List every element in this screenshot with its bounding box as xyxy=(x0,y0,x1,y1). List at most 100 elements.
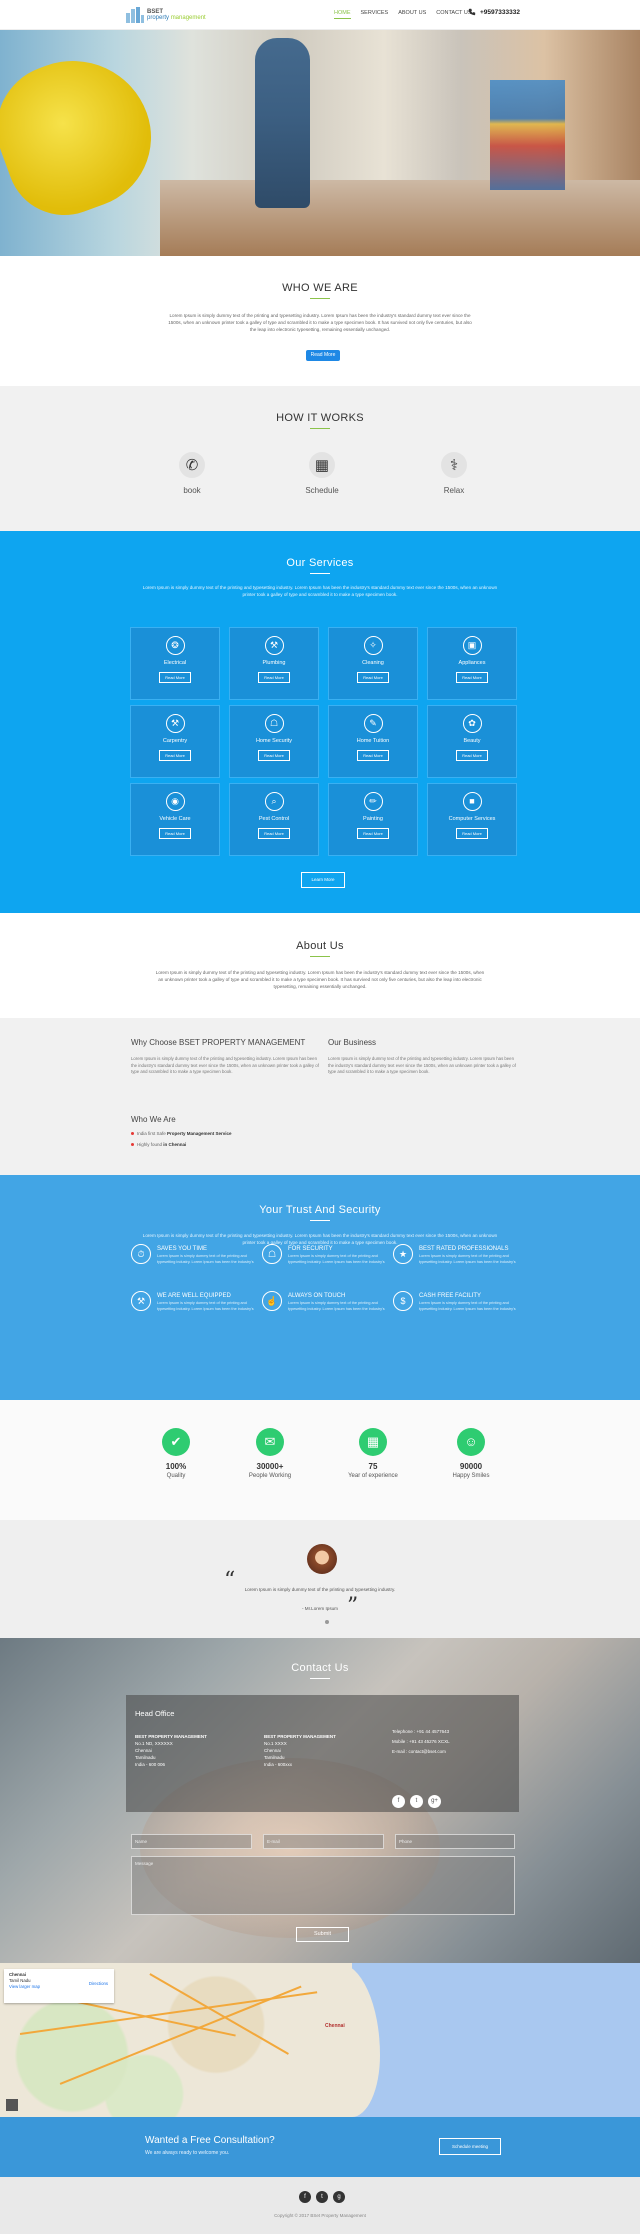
telephone: Telephone : +91 44 4577643 xyxy=(392,1729,450,1734)
nav-services[interactable]: SERVICES xyxy=(361,10,389,19)
submit-button[interactable]: Submit xyxy=(296,1927,349,1942)
quote-close-icon: ” xyxy=(347,1594,359,1619)
services-section: Our Services Lorem Ipsum is simply dummy… xyxy=(0,531,640,913)
nav-home[interactable]: HOME xyxy=(334,10,351,19)
service-read-more-button[interactable]: Read More xyxy=(258,672,290,683)
trust-feature-text: Lorem Ipsum is simply dummy text of the … xyxy=(419,1301,516,1311)
trust-feature: ⏱ SAVES YOU TIME Lorem Ipsum is simply dum… xyxy=(131,1244,261,1278)
trust-feature: ★ BEST RATED PROFESSIONALS Lorem Ipsum is … xyxy=(393,1244,523,1278)
service-label: Computer Services xyxy=(448,816,496,822)
service-read-more-button[interactable]: Read More xyxy=(357,828,389,839)
stat-label: Year of experience xyxy=(348,1473,398,1479)
address-line: India - 600xxx xyxy=(264,1762,293,1767)
phone-field[interactable]: Phone xyxy=(395,1834,515,1849)
bullet-prefix: India first Safe xyxy=(137,1131,168,1136)
bullet-icon xyxy=(131,1143,134,1146)
service-read-more-button[interactable]: Read More xyxy=(456,828,488,839)
service-card[interactable]: ☖ Home Security Read More xyxy=(229,705,319,778)
testimonial-section: “ Lorem Ipsum is simply dummy text of th… xyxy=(0,1520,640,1638)
service-read-more-button[interactable]: Read More xyxy=(258,828,290,839)
message-field[interactable]: Message xyxy=(131,1856,515,1915)
service-read-more-button[interactable]: Read More xyxy=(456,672,488,683)
contact-title: Contact Us xyxy=(291,1662,349,1674)
touch-icon: ☝ xyxy=(262,1291,282,1311)
service-label: Plumbing xyxy=(262,660,286,666)
facebook-icon[interactable]: f xyxy=(299,2191,311,2203)
address-line: Tamilnadu xyxy=(264,1755,285,1760)
address-line: No.1 XXXX xyxy=(264,1741,287,1746)
map-directions-link[interactable]: Directions xyxy=(89,1981,108,1987)
nav-contact[interactable]: CONTACT US xyxy=(436,10,471,19)
tools-icon: ⚒ xyxy=(131,1291,151,1311)
service-card[interactable]: ■ Computer Services Read More xyxy=(427,783,517,856)
service-card[interactable]: ✧ Cleaning Read More xyxy=(328,627,418,700)
why-choose-text: Lorem Ipsum is simply dummy text of the … xyxy=(131,1056,319,1074)
stat-value: 100% xyxy=(165,1462,187,1471)
phone-icon: ✆ xyxy=(179,452,205,478)
service-card[interactable]: ❂ Electrical Read More xyxy=(130,627,220,700)
trust-title: Your Trust And Security xyxy=(259,1204,381,1216)
service-read-more-button[interactable]: Read More xyxy=(258,750,290,761)
how-step-label: Schedule xyxy=(305,486,339,495)
logo-text: BSET property management xyxy=(147,9,206,21)
hero-glove-image xyxy=(0,38,172,232)
logo[interactable]: BSET property management xyxy=(126,5,206,25)
nav-about[interactable]: ABOUT US xyxy=(398,10,426,19)
service-card[interactable]: ⌕ Pest Control Read More xyxy=(229,783,319,856)
facebook-icon[interactable]: f xyxy=(392,1795,405,1808)
testimonial-dot[interactable] xyxy=(325,1620,329,1624)
services-learn-more-button[interactable]: Learn More xyxy=(301,872,345,888)
title-underline xyxy=(310,428,330,429)
service-read-more-button[interactable]: Read More xyxy=(159,750,191,761)
address-line: Chennai xyxy=(264,1748,281,1753)
who-read-more-button[interactable]: Read More xyxy=(306,350,340,361)
office-contact: Telephone : +91 44 4577643 Mobile : +91 … xyxy=(392,1727,450,1757)
service-card[interactable]: ✎ Home Tuition Read More xyxy=(328,705,418,778)
header-phone[interactable]: +9597333332 xyxy=(468,8,520,16)
trust-feature-title: FOR SECURITY xyxy=(288,1246,333,1252)
lock-icon: ☖ xyxy=(264,714,284,733)
stat-label: Quality xyxy=(166,1473,186,1479)
service-read-more-button[interactable]: Read More xyxy=(159,828,191,839)
title-underline xyxy=(310,573,330,574)
service-read-more-button[interactable]: Read More xyxy=(357,750,389,761)
book-icon: ✎ xyxy=(363,714,383,733)
list-item: Highly found in Chennai xyxy=(131,1142,186,1147)
hero-slider[interactable] xyxy=(0,30,640,256)
logo-line2b: management xyxy=(170,15,206,21)
service-card[interactable]: ◉ Vehicle Care Read More xyxy=(130,783,220,856)
map-card-title: Chennai xyxy=(9,1972,26,1977)
twitter-icon[interactable]: t xyxy=(316,2191,328,2203)
title-underline xyxy=(310,1220,330,1221)
map-sea xyxy=(352,1963,640,2117)
trust-feature-title: WE ARE WELL EQUIPPED xyxy=(157,1293,231,1299)
chat-icon: ✉ xyxy=(256,1428,284,1456)
service-read-more-button[interactable]: Read More xyxy=(159,672,191,683)
service-card[interactable]: ✏ Painting Read More xyxy=(328,783,418,856)
map-larger-link[interactable]: View larger map xyxy=(9,1984,40,1989)
bullet-bold: in Chennai xyxy=(163,1142,187,1147)
stat-item: ✔ 100% Quality xyxy=(131,1428,221,1479)
twitter-icon[interactable]: t xyxy=(410,1795,423,1808)
service-read-more-button[interactable]: Read More xyxy=(357,672,389,683)
service-card[interactable]: ▣ Appliances Read More xyxy=(427,627,517,700)
email-field[interactable]: E-mail xyxy=(263,1834,384,1849)
service-read-more-button[interactable]: Read More xyxy=(456,750,488,761)
name-field[interactable]: Name xyxy=(131,1834,252,1849)
google-plus-icon[interactable]: g+ xyxy=(428,1795,441,1808)
hero-floor xyxy=(160,180,640,256)
phone-icon xyxy=(468,8,476,16)
service-label: Vehicle Care xyxy=(159,816,191,822)
schedule-meeting-button[interactable]: Schedule meeting xyxy=(439,2138,501,2155)
map[interactable]: Chennai Chennai Tamil Nadu Directions Vi… xyxy=(0,1963,640,2117)
pipe-icon: ⚒ xyxy=(264,636,284,655)
service-card[interactable]: ⚒ Plumbing Read More xyxy=(229,627,319,700)
google-plus-icon[interactable]: g xyxy=(333,2191,345,2203)
why-section: Why Choose BSET PROPERTY MANAGEMENT Lore… xyxy=(0,1018,640,1175)
services-text: Lorem Ipsum is simply dummy text of the … xyxy=(142,585,498,597)
main-nav: HOME SERVICES ABOUT US CONTACT US xyxy=(334,10,471,19)
who-title: WHO WE ARE xyxy=(282,282,358,294)
service-card[interactable]: ⚒ Carpentry Read More xyxy=(130,705,220,778)
service-card[interactable]: ✿ Beauty Read More xyxy=(427,705,517,778)
map-zoom-control[interactable] xyxy=(6,2099,18,2111)
